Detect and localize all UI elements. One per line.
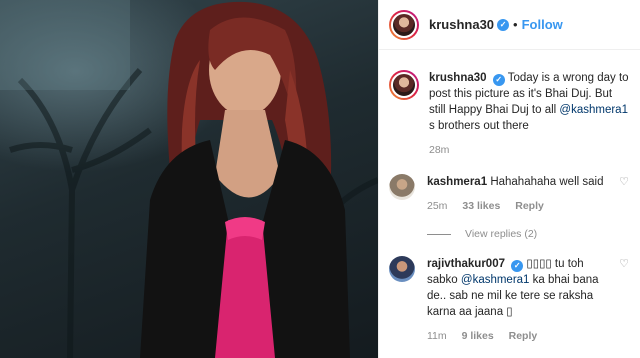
- comment-timestamp[interactable]: 25m: [427, 200, 447, 212]
- post-photo-illustration: [0, 0, 378, 358]
- caption-username[interactable]: krushna30: [429, 72, 487, 84]
- caption-meta: 28m: [429, 142, 630, 158]
- author-username[interactable]: krushna30: [429, 17, 494, 32]
- heart-icon[interactable]: ♡: [618, 258, 630, 270]
- comment-content: rajivthakur007 ✓ ▯▯▯▯ tu toh sabko @kash…: [427, 256, 630, 344]
- commenter-username[interactable]: kashmera1: [427, 176, 487, 188]
- post-image[interactable]: [0, 0, 378, 358]
- comment-text: Hahahahaha well said: [490, 176, 604, 188]
- commenter-avatar[interactable]: [389, 174, 415, 200]
- post-sidebar: krushna30 ✓ • Follow krushna30 ✓ Today i…: [378, 0, 640, 358]
- comment-likes[interactable]: 33 likes: [462, 200, 500, 212]
- follow-button[interactable]: Follow: [522, 17, 563, 32]
- reply-button[interactable]: Reply: [509, 330, 538, 342]
- comment-item: kashmera1 Hahahahaha well said 25m 33 li…: [389, 174, 630, 214]
- comment-content: kashmera1 Hahahahaha well said 25m 33 li…: [427, 174, 630, 214]
- comment-timestamp[interactable]: 11m: [427, 330, 447, 342]
- post-header: krushna30 ✓ • Follow: [379, 0, 640, 50]
- comment-mention-link[interactable]: @kashmera1: [461, 274, 530, 286]
- verified-badge-icon: ✓: [497, 18, 510, 31]
- comment-likes[interactable]: 9 likes: [462, 330, 494, 342]
- comment-meta: 25m 33 likes Reply: [427, 198, 612, 214]
- comment-item: rajivthakur007 ✓ ▯▯▯▯ tu toh sabko @kash…: [389, 256, 630, 344]
- post-caption: krushna30 ✓ Today is a wrong day to post…: [389, 50, 630, 158]
- replies-divider: [427, 233, 451, 235]
- caption-body-end: s brothers out there: [429, 120, 529, 132]
- commenter-username[interactable]: rajivthakur007: [427, 258, 505, 270]
- verified-badge-icon: ✓: [511, 260, 524, 272]
- caption-mention-link[interactable]: @kashmera1: [559, 104, 628, 116]
- verified-badge-icon: ✓: [492, 74, 505, 86]
- comments-list: krushna30 ✓ Today is a wrong day to post…: [379, 50, 640, 344]
- view-replies-button[interactable]: View replies (2): [427, 228, 630, 240]
- separator-dot: •: [513, 17, 518, 32]
- comment-meta: 11m 9 likes Reply: [427, 328, 612, 344]
- caption-author-avatar[interactable]: [389, 70, 419, 100]
- commenter-avatar[interactable]: [389, 256, 415, 282]
- caption-text: krushna30 ✓ Today is a wrong day to post…: [429, 70, 630, 158]
- heart-icon[interactable]: ♡: [618, 176, 630, 188]
- reply-button[interactable]: Reply: [515, 200, 544, 212]
- caption-timestamp[interactable]: 28m: [429, 144, 449, 156]
- author-avatar[interactable]: [389, 9, 419, 40]
- view-replies-label: View replies (2): [465, 228, 538, 240]
